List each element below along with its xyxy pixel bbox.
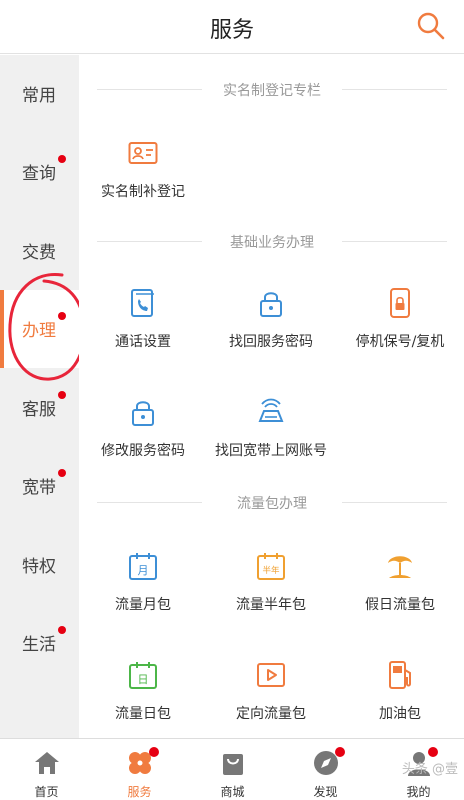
tab-discover[interactable]: 发现: [279, 739, 372, 800]
service-label: 实名制补登记: [101, 184, 185, 200]
sidebar-item-query[interactable]: 查询: [0, 133, 79, 211]
sidebar-item-payment[interactable]: 交费: [0, 212, 79, 290]
service-label: 通话设置: [115, 334, 171, 350]
section-title: 实名制登记专栏: [223, 83, 321, 99]
service-label: 找回宽带上网账号: [215, 443, 327, 459]
service-item-recover-password[interactable]: 找回服务密码: [207, 288, 335, 378]
calendar-month-icon: 月: [129, 553, 157, 580]
service-label: 加油包: [379, 706, 421, 722]
active-indicator: [0, 290, 4, 368]
service-label: 流量月包: [115, 597, 171, 613]
divider: [97, 241, 202, 242]
section-header: 流量包办理: [97, 493, 447, 513]
tab-label: 服务: [127, 785, 152, 799]
service-item-realname-reg[interactable]: 实名制补登记: [79, 138, 207, 228]
service-label: 修改服务密码: [101, 443, 185, 459]
service-content: 实名制登记专栏 实名制补登记 基础业务办理 通话设置 找回服务密码 停机保号/复…: [79, 55, 464, 738]
divider: [97, 89, 202, 90]
service-item-booster-pack[interactable]: 加油包: [336, 660, 464, 750]
service-label: 找回服务密码: [229, 334, 313, 350]
service-item-directed-data[interactable]: 定向流量包: [207, 660, 335, 750]
service-item-call-settings[interactable]: 通话设置: [79, 288, 207, 378]
tab-label: 发现: [313, 785, 338, 799]
lock-icon: [260, 292, 282, 317]
service-item-monthly-data[interactable]: 月 流量月包: [79, 551, 207, 641]
tab-mall[interactable]: 商城: [186, 739, 279, 800]
service-item-holiday-data[interactable]: 假日流量包: [336, 551, 464, 641]
service-item-daily-data[interactable]: 日 流量日包: [79, 660, 207, 750]
fuel-icon: [389, 661, 411, 689]
tab-label: 我的: [406, 785, 431, 799]
tab-service[interactable]: 服务: [93, 739, 186, 800]
sidebar-item-customer-service[interactable]: 客服: [0, 369, 79, 447]
sidebar-item-broadband[interactable]: 宽带: [0, 447, 79, 525]
id-card-icon: [128, 142, 158, 164]
sidebar-item-label: 常用: [22, 86, 56, 106]
bottom-tab-bar: 首页 服务 商城 发现 我的 头条 @壹: [0, 738, 464, 800]
category-sidebar: 常用 查询 交费 办理 客服 宽带 特权 生活: [0, 55, 79, 738]
divider: [342, 502, 447, 503]
notification-dot: [58, 391, 66, 399]
sidebar-item-label: 交费: [22, 243, 56, 263]
service-item-suspend-resume[interactable]: 停机保号/复机: [336, 288, 464, 378]
calendar-half-year-icon: 半年: [257, 553, 285, 580]
notification-dot: [428, 747, 438, 757]
sidebar-item-label: 查询: [22, 164, 56, 184]
service-item-change-password[interactable]: 修改服务密码: [79, 397, 207, 487]
sidebar-item-label: 客服: [22, 400, 56, 420]
divider: [342, 89, 447, 90]
divider: [342, 241, 447, 242]
calendar-day-icon: 日: [129, 662, 157, 689]
service-item-recover-broadband[interactable]: 找回宽带上网账号: [207, 397, 335, 487]
search-icon[interactable]: [416, 11, 446, 41]
section-header: 实名制登记专栏: [97, 80, 447, 100]
beach-umbrella-icon: [388, 556, 412, 578]
router-icon: [258, 398, 284, 422]
notification-dot: [58, 626, 66, 634]
top-header: 服务: [0, 0, 464, 54]
watermark-text: 头条 @壹: [401, 762, 458, 777]
sidebar-item-life[interactable]: 生活: [0, 604, 79, 682]
service-item-halfyear-data[interactable]: 半年 流量半年包: [207, 551, 335, 641]
divider: [97, 502, 202, 503]
notification-dot: [149, 747, 159, 757]
call-settings-icon: [131, 289, 154, 317]
section-title: 基础业务办理: [230, 235, 314, 251]
svg-text:半年: 半年: [262, 565, 280, 576]
tab-label: 首页: [34, 785, 59, 799]
section-header: 基础业务办理: [97, 232, 447, 252]
notification-dot: [58, 312, 66, 320]
phone-lock-icon: [390, 288, 410, 318]
service-label: 停机保号/复机: [355, 334, 445, 350]
service-label: 流量日包: [115, 706, 171, 722]
svg-text:月: 月: [138, 564, 149, 577]
sidebar-item-label: 宽带: [22, 478, 56, 498]
sidebar-item-label: 特权: [22, 557, 56, 577]
tab-label: 商城: [220, 785, 245, 799]
notification-dot: [58, 155, 66, 163]
shopping-bag-icon: [223, 754, 243, 775]
sidebar-item-common[interactable]: 常用: [0, 55, 79, 133]
lock-icon: [132, 401, 154, 426]
sidebar-item-handle[interactable]: 办理: [0, 290, 79, 368]
sidebar-item-label: 办理: [22, 321, 56, 341]
notification-dot: [335, 747, 345, 757]
sidebar-item-privileges[interactable]: 特权: [0, 526, 79, 604]
page-title: 服务: [209, 18, 254, 43]
svg-text:日: 日: [138, 673, 149, 686]
tab-home[interactable]: 首页: [0, 739, 93, 800]
home-icon: [35, 752, 59, 774]
notification-dot: [58, 469, 66, 477]
sidebar-item-label: 生活: [22, 635, 56, 655]
service-label: 假日流量包: [365, 597, 435, 613]
service-label: 定向流量包: [236, 706, 306, 722]
section-title: 流量包办理: [237, 496, 307, 512]
play-icon: [257, 663, 285, 687]
service-label: 流量半年包: [236, 597, 306, 613]
